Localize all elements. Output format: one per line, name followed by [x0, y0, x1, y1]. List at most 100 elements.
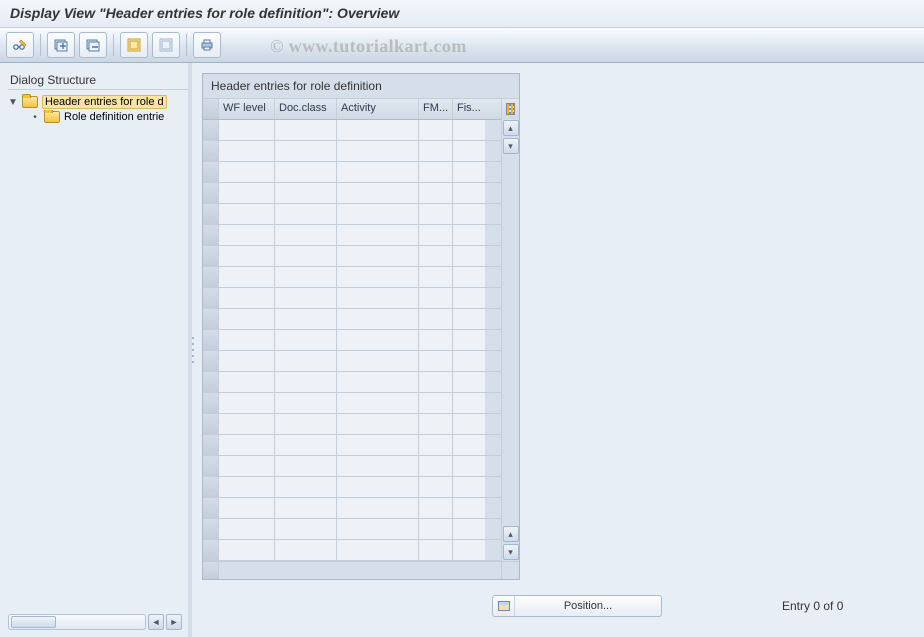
cell-doc-class[interactable]	[275, 351, 337, 371]
cell-wf-level[interactable]	[219, 540, 275, 560]
table-row[interactable]	[203, 519, 501, 540]
cell-fis[interactable]	[453, 477, 485, 497]
cell-fm[interactable]	[419, 393, 453, 413]
row-selector[interactable]	[203, 330, 219, 350]
cell-fm[interactable]	[419, 330, 453, 350]
cell-activity[interactable]	[337, 183, 419, 203]
cell-fm[interactable]	[419, 435, 453, 455]
column-header-fis[interactable]: Fis...	[453, 99, 485, 119]
scroll-down-button[interactable]: ▴	[503, 526, 519, 542]
row-selector[interactable]	[203, 141, 219, 161]
cell-wf-level[interactable]	[219, 435, 275, 455]
cell-fis[interactable]	[453, 330, 485, 350]
cell-fis[interactable]	[453, 141, 485, 161]
cell-fis[interactable]	[453, 120, 485, 140]
table-row[interactable]	[203, 372, 501, 393]
cell-wf-level[interactable]	[219, 519, 275, 539]
cell-fm[interactable]	[419, 309, 453, 329]
scroll-up-button[interactable]: ▾	[503, 138, 519, 154]
cell-wf-level[interactable]	[219, 246, 275, 266]
table-row[interactable]	[203, 351, 501, 372]
table-row[interactable]	[203, 225, 501, 246]
cell-fm[interactable]	[419, 519, 453, 539]
cell-wf-level[interactable]	[219, 414, 275, 434]
cell-fm[interactable]	[419, 162, 453, 182]
cell-fis[interactable]	[453, 183, 485, 203]
row-selector[interactable]	[203, 477, 219, 497]
collapse-all-button[interactable]	[79, 32, 107, 58]
tree-node-header-entries[interactable]: ▼ Header entries for role d	[8, 94, 188, 110]
table-row[interactable]	[203, 162, 501, 183]
expand-all-button[interactable]	[47, 32, 75, 58]
table-row[interactable]	[203, 477, 501, 498]
cell-wf-level[interactable]	[219, 225, 275, 245]
cell-doc-class[interactable]	[275, 477, 337, 497]
row-selector[interactable]	[203, 372, 219, 392]
toggle-edit-button[interactable]	[6, 32, 34, 58]
tree-node-role-definition[interactable]: • Role definition entrie	[8, 110, 188, 124]
cell-activity[interactable]	[337, 330, 419, 350]
cell-activity[interactable]	[337, 414, 419, 434]
cell-fis[interactable]	[453, 435, 485, 455]
cell-wf-level[interactable]	[219, 393, 275, 413]
cell-fm[interactable]	[419, 141, 453, 161]
row-selector[interactable]	[203, 288, 219, 308]
scroll-left-button[interactable]: ◄	[148, 614, 164, 630]
cell-activity[interactable]	[337, 225, 419, 245]
cell-fm[interactable]	[419, 288, 453, 308]
cell-fis[interactable]	[453, 540, 485, 560]
cell-doc-class[interactable]	[275, 183, 337, 203]
cell-doc-class[interactable]	[275, 267, 337, 287]
cell-fis[interactable]	[453, 225, 485, 245]
cell-fis[interactable]	[453, 498, 485, 518]
row-selector[interactable]	[203, 540, 219, 560]
cell-activity[interactable]	[337, 204, 419, 224]
cell-activity[interactable]	[337, 141, 419, 161]
cell-doc-class[interactable]	[275, 498, 337, 518]
cell-activity[interactable]	[337, 120, 419, 140]
cell-doc-class[interactable]	[275, 540, 337, 560]
table-row[interactable]	[203, 204, 501, 225]
table-row[interactable]	[203, 540, 501, 561]
cell-doc-class[interactable]	[275, 162, 337, 182]
cell-wf-level[interactable]	[219, 120, 275, 140]
cell-activity[interactable]	[337, 498, 419, 518]
cell-activity[interactable]	[337, 393, 419, 413]
splitter-handle[interactable]	[190, 335, 196, 365]
row-selector[interactable]	[203, 519, 219, 539]
row-selector[interactable]	[203, 351, 219, 371]
cell-wf-level[interactable]	[219, 267, 275, 287]
cell-fm[interactable]	[419, 351, 453, 371]
tree-horizontal-scrollbar[interactable]: ◄ ►	[8, 613, 182, 631]
cell-doc-class[interactable]	[275, 393, 337, 413]
cell-fm[interactable]	[419, 183, 453, 203]
deselect-all-button[interactable]	[152, 32, 180, 58]
cell-wf-level[interactable]	[219, 351, 275, 371]
row-selector[interactable]	[203, 204, 219, 224]
cell-wf-level[interactable]	[219, 183, 275, 203]
cell-wf-level[interactable]	[219, 498, 275, 518]
cell-activity[interactable]	[337, 540, 419, 560]
table-row[interactable]	[203, 141, 501, 162]
cell-wf-level[interactable]	[219, 204, 275, 224]
column-header-doc-class[interactable]: Doc.class	[275, 99, 337, 119]
table-row[interactable]	[203, 456, 501, 477]
row-selector[interactable]	[203, 225, 219, 245]
row-selector[interactable]	[203, 183, 219, 203]
cell-doc-class[interactable]	[275, 141, 337, 161]
cell-activity[interactable]	[337, 246, 419, 266]
cell-fis[interactable]	[453, 267, 485, 287]
cell-fm[interactable]	[419, 498, 453, 518]
row-selector[interactable]	[203, 393, 219, 413]
column-header-wf-level[interactable]: WF level	[219, 99, 275, 119]
table-row[interactable]	[203, 267, 501, 288]
cell-doc-class[interactable]	[275, 225, 337, 245]
cell-activity[interactable]	[337, 372, 419, 392]
cell-activity[interactable]	[337, 519, 419, 539]
row-selector[interactable]	[203, 498, 219, 518]
cell-fm[interactable]	[419, 540, 453, 560]
cell-activity[interactable]	[337, 288, 419, 308]
row-selector[interactable]	[203, 414, 219, 434]
scroll-first-button[interactable]: ▴	[503, 120, 519, 136]
cell-doc-class[interactable]	[275, 435, 337, 455]
